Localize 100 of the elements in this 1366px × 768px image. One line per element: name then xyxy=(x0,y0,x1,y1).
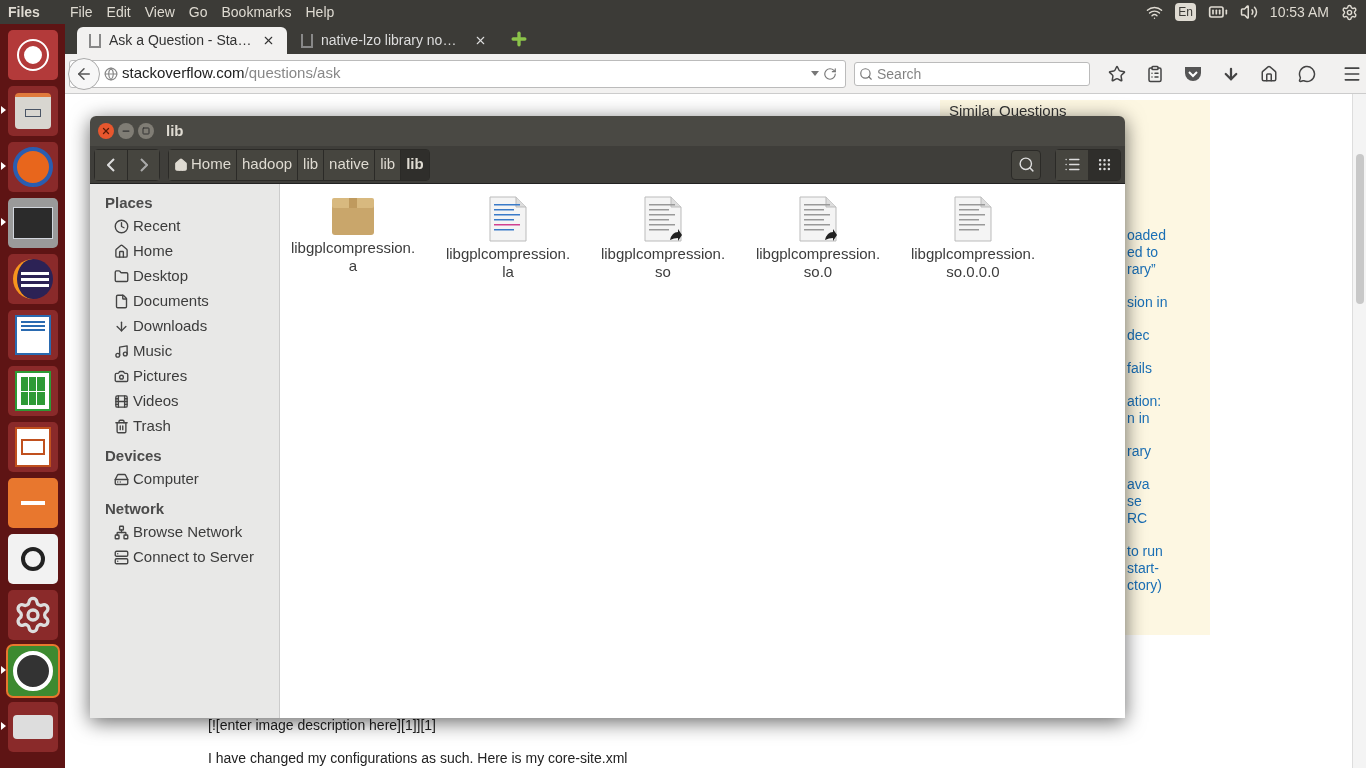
list-view-button[interactable] xyxy=(1056,149,1088,180)
sidebar-item[interactable]: Recent xyxy=(105,214,279,239)
sidebar-item[interactable]: Music xyxy=(105,339,279,364)
path-crumb[interactable]: hadoop xyxy=(236,149,298,180)
reload-icon[interactable] xyxy=(823,66,837,81)
document-icon[interactable] xyxy=(7,310,58,360)
sidebar-item[interactable]: Trash xyxy=(105,414,279,439)
trash-icon xyxy=(114,419,129,434)
question-link[interactable]: rary xyxy=(1127,443,1210,460)
question-link[interactable]: fails xyxy=(1127,360,1210,377)
path-crumb[interactable]: lib xyxy=(297,149,324,180)
sidebar-item[interactable]: Home xyxy=(105,239,279,264)
sidebar-item[interactable]: Pictures xyxy=(105,364,279,389)
path-crumb[interactable]: native xyxy=(323,149,375,180)
section-heading: Network xyxy=(105,499,166,519)
search-icon xyxy=(859,66,873,81)
question-link[interactable]: ation: n in xyxy=(1127,393,1210,427)
window-title: lib xyxy=(166,120,184,141)
circle-logo-icon[interactable] xyxy=(7,30,58,80)
film-icon xyxy=(114,394,129,409)
volume-icon[interactable] xyxy=(1239,3,1258,21)
linked-document-icon xyxy=(799,196,837,242)
document-icon xyxy=(114,294,129,309)
browser-tab[interactable]: Ask a Question - Sta… xyxy=(77,27,287,54)
file-name: libgplcompression.la xyxy=(445,245,571,281)
text-document-icon xyxy=(954,196,992,242)
search-button[interactable] xyxy=(1011,149,1041,180)
chevron-right-icon xyxy=(139,157,148,172)
question-link[interactable]: sion in xyxy=(1127,294,1210,311)
question-link[interactable]: dec xyxy=(1127,327,1210,344)
section-heading: Devices xyxy=(105,446,163,466)
close-icon xyxy=(101,126,111,136)
sidebar-item[interactable]: Browse Network xyxy=(105,520,279,545)
reading-list-icon[interactable] xyxy=(1146,64,1164,83)
grid-view-button[interactable] xyxy=(1088,149,1120,180)
question-text: [![enter image description here][1]][1] xyxy=(208,717,437,733)
close-icon[interactable] xyxy=(262,34,275,47)
menu-item[interactable]: File xyxy=(70,1,93,23)
question-text: I have changed my configurations as such. Here is my core-site.xml xyxy=(208,750,629,766)
path-crumb[interactable]: lib xyxy=(374,149,401,180)
menu-item[interactable]: Go xyxy=(188,1,208,23)
sidebar-item[interactable]: Downloads xyxy=(105,314,279,339)
new-tab-plus-icon[interactable] xyxy=(509,29,529,49)
question-link[interactable]: oaded ed to rary” xyxy=(1127,227,1210,278)
menu-item[interactable]: View xyxy=(144,1,175,23)
file-name: libgplcompression.so xyxy=(600,245,726,281)
question-link[interactable]: to run start- ctory) xyxy=(1127,543,1210,594)
sidebar-item[interactable]: Computer xyxy=(105,467,279,492)
menu-item[interactable]: Bookmarks xyxy=(221,1,292,23)
list-icon xyxy=(1063,156,1081,173)
address-bar[interactable]: stackoverflow.com/questions/ask xyxy=(69,59,846,88)
cardboard-box-icon xyxy=(331,196,375,236)
sidebar-item[interactable]: Desktop xyxy=(105,264,279,289)
linked-document-icon xyxy=(644,196,682,242)
home-icon[interactable] xyxy=(1260,64,1278,83)
music-note-icon xyxy=(114,344,129,359)
back-button[interactable] xyxy=(68,57,100,90)
grid-icon xyxy=(1096,157,1112,172)
drive-icon xyxy=(114,472,129,487)
clock-icon xyxy=(114,219,129,234)
back-button[interactable] xyxy=(95,149,127,180)
clock-time[interactable]: 10:53 AM xyxy=(1269,1,1329,23)
keyboard-layout-indicator[interactable]: En xyxy=(1175,3,1196,21)
sidebar-item[interactable]: Documents xyxy=(105,289,279,314)
file-name: libgplcompression.so.0.0.0 xyxy=(910,245,1036,281)
section-heading: Places xyxy=(105,193,154,213)
panel-title: Similar Questions xyxy=(949,103,1068,119)
home-icon xyxy=(114,244,129,259)
path-crumb[interactable]: lib xyxy=(400,149,429,180)
spreadsheet-icon[interactable] xyxy=(7,366,58,416)
forward-button[interactable] xyxy=(127,149,159,180)
server-icon xyxy=(114,550,129,565)
url-text: stackoverflow.com/questions/ask xyxy=(122,63,342,84)
sidebar-item[interactable]: Videos xyxy=(105,389,279,414)
maximize-icon xyxy=(142,127,150,135)
file-name: libgplcompression.a xyxy=(290,239,416,275)
camera-icon xyxy=(114,369,129,384)
shield-icon[interactable] xyxy=(1184,65,1202,82)
close-button[interactable] xyxy=(98,123,114,139)
chat-bubble-icon[interactable] xyxy=(1298,64,1316,83)
code-document-icon xyxy=(489,196,527,242)
star-icon[interactable] xyxy=(1108,64,1126,83)
terminal-icon[interactable] xyxy=(7,198,58,248)
menu-item[interactable]: Help xyxy=(305,1,335,23)
gear-icon[interactable] xyxy=(1341,3,1358,21)
folder-icon xyxy=(114,269,129,284)
question-link[interactable]: ava se RC xyxy=(1127,476,1210,527)
download-icon xyxy=(114,319,129,334)
dropdown-caret-icon[interactable] xyxy=(811,71,819,76)
path-crumb[interactable]: Home xyxy=(169,149,236,180)
browser-tab[interactable]: native-lzo library no… xyxy=(289,27,499,54)
presentation-icon[interactable] xyxy=(7,422,58,472)
menu-item[interactable]: Edit xyxy=(106,1,131,23)
search-icon xyxy=(1017,156,1035,173)
search-field[interactable]: Search xyxy=(854,61,1090,86)
sidebar-item[interactable]: Connect to Server xyxy=(105,545,279,570)
globe-icon xyxy=(104,66,118,81)
drawer-cabinet-icon[interactable] xyxy=(7,86,58,136)
file-name: libgplcompression.so.0 xyxy=(755,245,881,281)
close-icon[interactable] xyxy=(474,34,487,47)
